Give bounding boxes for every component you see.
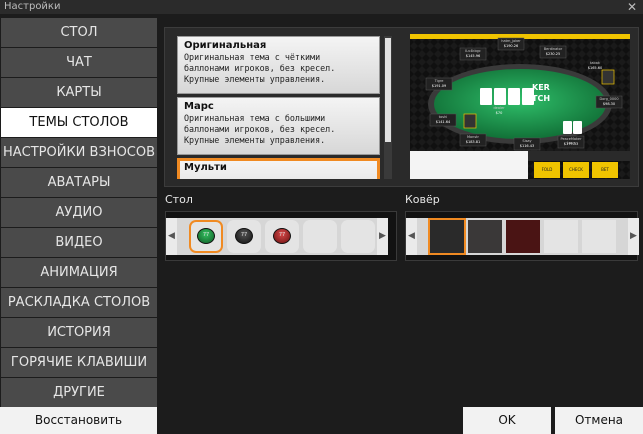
theme-preview: KER TCH FOLD CHECK BET ILv4kbgc $145.96 … (410, 34, 630, 179)
theme-option-mars[interactable]: Марс Оригинальная тема с большими баллон… (177, 97, 380, 155)
chip-black-icon: 77 (235, 228, 253, 244)
sidebar-item-cards[interactable]: КАРТЫ (1, 78, 157, 107)
chip-label: 77 (202, 232, 210, 238)
table-color-option-empty[interactable] (303, 220, 337, 253)
preview-player-name: Monstr (466, 135, 479, 139)
theme-option-multi[interactable]: Мульти (177, 158, 380, 179)
sidebar-item-avatars[interactable]: АВАТАРЫ (1, 168, 157, 197)
theme-desc-line: Оригинальная тема с большими (184, 113, 326, 123)
rug-option-red[interactable] (506, 220, 540, 253)
preview-player-name: Berdinator (543, 47, 563, 51)
preview-player-stack: $116.43 (519, 144, 535, 148)
preview-player-stack: $230.25 (545, 52, 561, 56)
sidebar-item-audio[interactable]: АУДИО (1, 198, 157, 227)
title-bar: Настройки ✕ (0, 0, 643, 14)
chip-red-icon: 77 (273, 228, 291, 244)
theme-desc-line: Оригинальная тема с чёткими (184, 52, 321, 62)
preview-player-name: hatm_joker (501, 39, 521, 43)
cancel-button[interactable]: Отмена (555, 407, 643, 434)
rug-option-dark[interactable] (428, 218, 466, 255)
table-preview-image (410, 34, 630, 179)
table-section-label: Стол (165, 193, 193, 206)
scrollbar-thumb[interactable] (385, 38, 391, 142)
carousel-left-icon[interactable]: ◀ (406, 218, 417, 255)
theme-name: Мульти (184, 162, 227, 173)
preview-player-name: tabak (590, 61, 600, 65)
table-color-option-empty[interactable] (341, 220, 375, 253)
theme-option-original[interactable]: Оригинальная Оригинальная тема с чёткими… (177, 36, 380, 94)
table-color-option-green[interactable]: 77 (189, 220, 223, 253)
ok-button[interactable]: OK (463, 407, 551, 434)
preview-check-button: CHECK (569, 167, 583, 172)
window-title: Настройки (4, 1, 61, 12)
theme-name: Марс (184, 101, 214, 112)
carousel-left-icon[interactable]: ◀ (166, 218, 177, 255)
sidebar: СТОЛ ЧАТ КАРТЫ ТЕМЫ СТОЛОВ НАСТРОЙКИ ВЗН… (0, 18, 158, 408)
preview-player-stack: $98.30 (602, 102, 616, 106)
sidebar-item-history[interactable]: ИСТОРИЯ (1, 318, 157, 347)
sidebar-item-hotkeys[interactable]: ГОРЯЧИЕ КЛАВИШИ (1, 348, 157, 377)
preview-fold-button: FOLD (541, 167, 553, 172)
preview-player-stack: $141.64 (435, 120, 451, 124)
close-icon[interactable]: ✕ (627, 0, 637, 14)
sidebar-item-layout[interactable]: РАСКЛАДКА СТОЛОВ (1, 288, 157, 317)
preview-player-name: Sisay (522, 139, 532, 143)
preview-player-name: ILv4kbgc (465, 49, 481, 53)
preview-player-stack: $70 (495, 111, 503, 115)
preview-player-name: toshi (438, 115, 448, 119)
sidebar-item-table[interactable]: СТОЛ (1, 18, 157, 47)
carousel-right-icon[interactable]: ▶ (377, 218, 388, 255)
table-color-option-black[interactable]: 77 (227, 220, 261, 253)
preview-player-stack: $179.33 (563, 142, 579, 146)
chip-green-icon: 77 (197, 228, 215, 244)
carousel-right-icon[interactable]: ▶ (628, 218, 639, 255)
sidebar-item-animation[interactable]: АНИМАЦИЯ (1, 258, 157, 287)
chip-label: 77 (240, 232, 248, 238)
sidebar-item-chat[interactable]: ЧАТ (1, 48, 157, 77)
preview-logo-text: KER (532, 83, 550, 92)
table-color-option-red[interactable]: 77 (265, 220, 299, 253)
rug-option-empty[interactable] (582, 220, 616, 253)
preview-player-stack: $183.81 (465, 140, 481, 144)
preview-player-stack: $191.09 (431, 84, 447, 88)
rug-carousel: ◀ ▶ (405, 211, 639, 261)
sidebar-item-video[interactable]: ВИДЕО (1, 228, 157, 257)
theme-desc-line: Крупные элементы управления. (184, 74, 326, 84)
theme-list-scrollbar[interactable] (384, 36, 392, 179)
preview-player-stack: $165.60 (587, 66, 603, 70)
restore-settings-button[interactable]: Восстановить настройки (0, 407, 157, 434)
preview-player-name: dealer (493, 106, 505, 110)
preview-player-stack: $190.26 (503, 44, 519, 48)
preview-bet-button: BET (601, 167, 609, 172)
sidebar-item-table-themes[interactable]: ТЕМЫ СТОЛОВ (1, 108, 157, 137)
table-chip-carousel: ◀ ▶ 77 77 77 (165, 211, 397, 261)
preview-player-name: Tigre (434, 79, 444, 83)
theme-desc-line: баллонами игроков, без кресел. (184, 124, 336, 134)
rug-option-empty[interactable] (544, 220, 578, 253)
sidebar-item-buyin[interactable]: НАСТРОЙКИ ВЗНОСОВ (1, 138, 157, 167)
preview-player-name: Dorg_0000 (599, 97, 619, 101)
preview-logo-text2: TCH (532, 94, 551, 103)
sidebar-item-other[interactable]: ДРУГИЕ (1, 378, 157, 407)
preview-player-stack: $145.96 (465, 54, 481, 58)
rug-option-grey[interactable] (468, 220, 502, 253)
theme-name: Оригинальная (184, 40, 267, 51)
theme-desc-line: баллонами игроков, без кресел. (184, 63, 336, 73)
rug-section-label: Ковёр (405, 193, 440, 206)
theme-desc-line: Крупные элементы управления. (184, 135, 326, 145)
chip-label: 77 (278, 232, 286, 238)
theme-list: Оригинальная Оригинальная тема с чёткими… (177, 36, 381, 179)
